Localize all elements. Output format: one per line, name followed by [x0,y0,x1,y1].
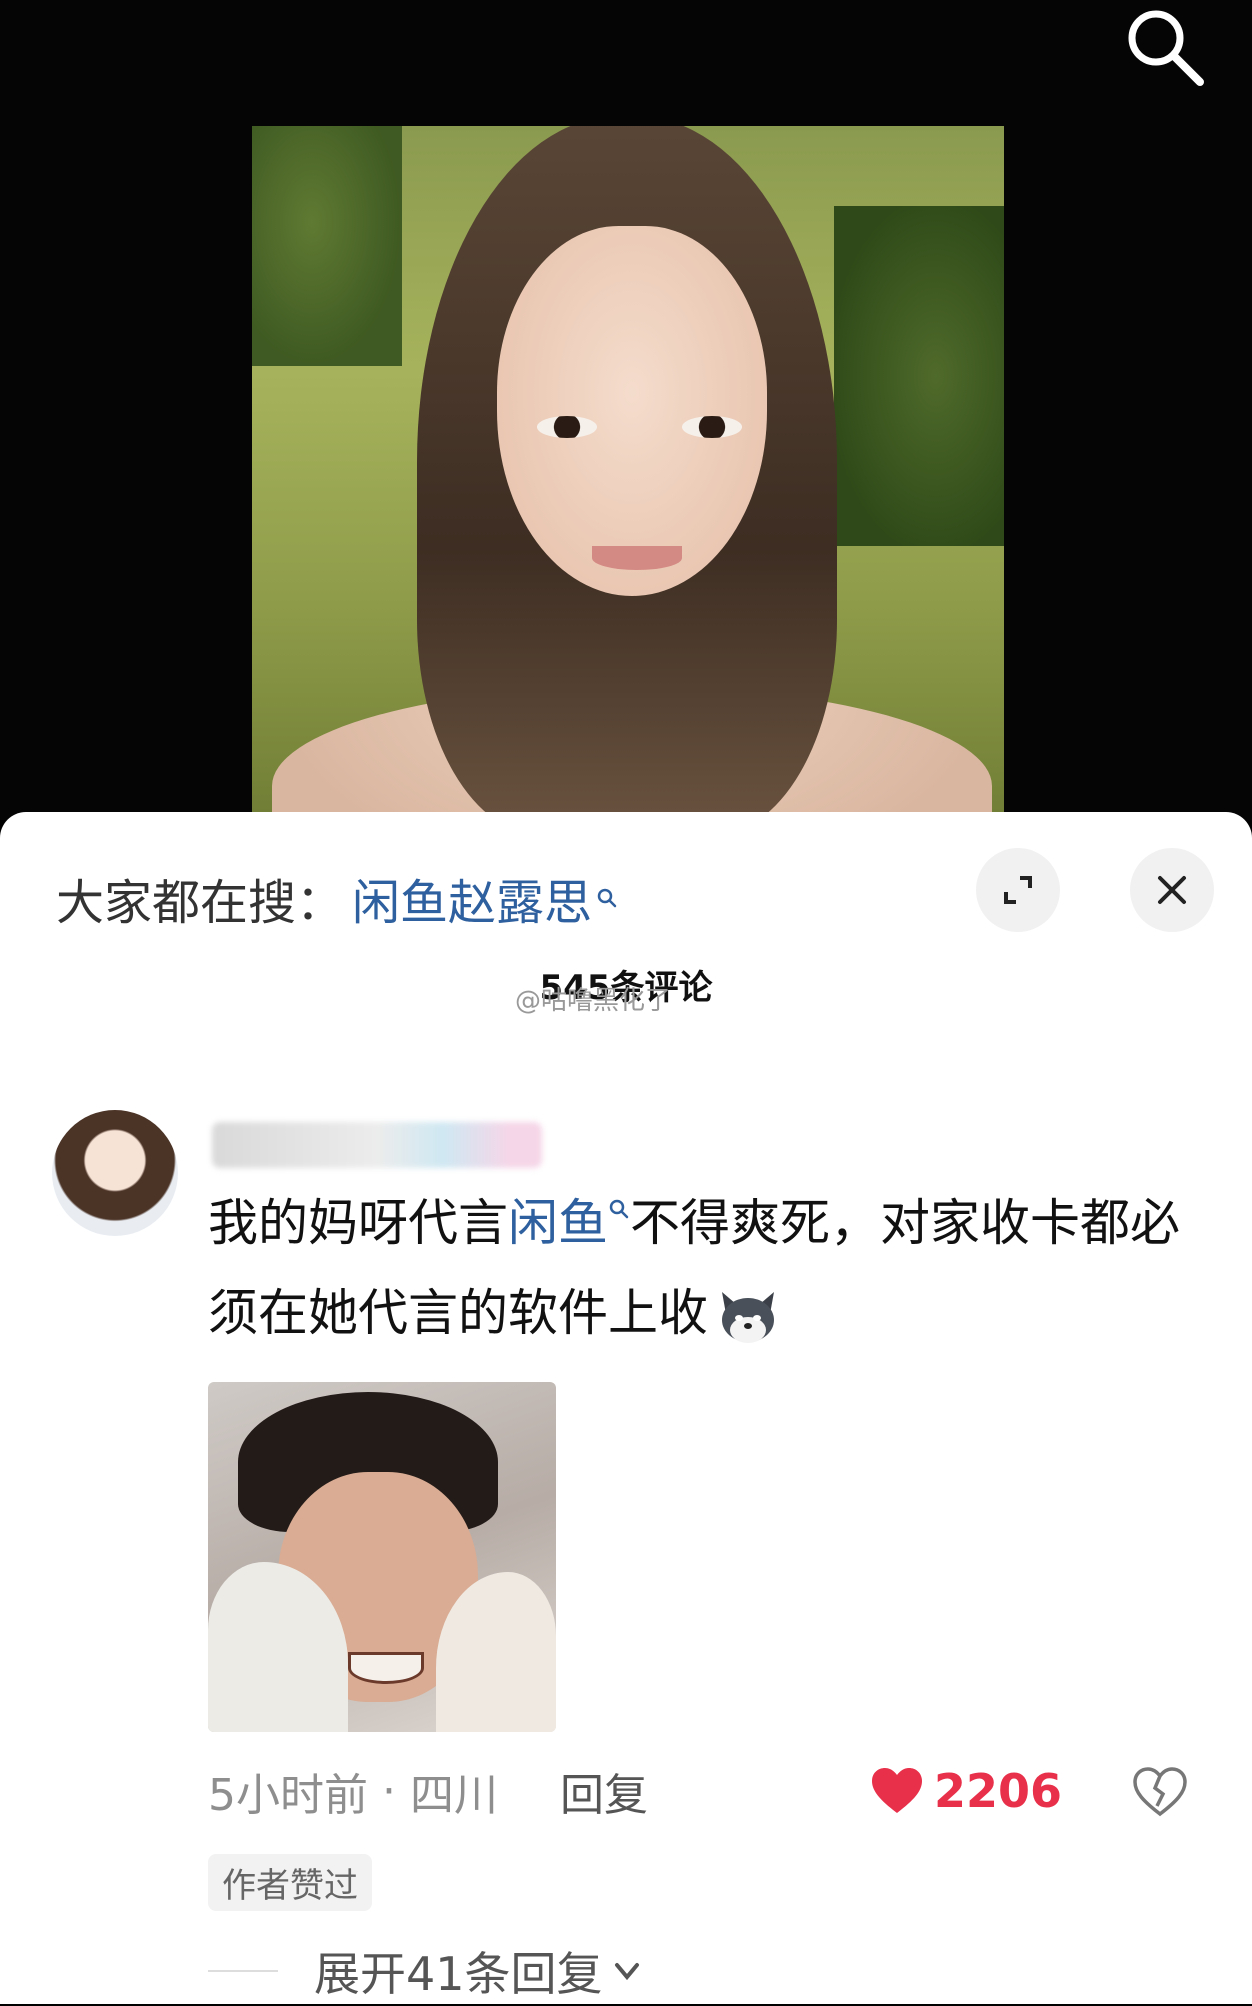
comment-text-part: 我的妈呀代言 [208,1194,508,1252]
close-icon [1158,876,1186,904]
expand-replies[interactable]: 展开41条回复 [208,1936,645,2006]
like-count: 2206 [934,1764,1063,1818]
meta-separator: · [382,1765,396,1817]
chevron-down-icon [614,1963,639,1981]
photo-background [252,126,402,366]
reply-button[interactable]: 回复 [560,1759,648,1823]
author-liked-badge: 作者赞过 [208,1854,372,1911]
username-blurred[interactable] [212,1122,542,1168]
heart-icon [872,1768,922,1813]
video-area[interactable] [0,0,1252,826]
search-icon[interactable] [1118,0,1210,92]
trending-search: 大家都在搜： 闲鱼赵露思 [56,862,618,934]
photo-subject [497,226,767,596]
doge-emoji-icon [722,1291,774,1343]
avatar[interactable] [52,1110,178,1236]
photo-subject [592,546,682,570]
comment-location: 四川 [410,1770,498,1821]
photo-subject [682,416,742,438]
comment-time: 5小时前 [208,1770,368,1821]
comment-meta: 5小时前 · 四川 回复 [208,1756,648,1826]
close-button[interactable] [1130,848,1214,932]
expand-button[interactable] [976,848,1060,932]
photo-subject [537,416,597,438]
search-icon[interactable] [608,1198,630,1220]
post-photo[interactable] [252,126,1004,826]
comments-sheet: 大家都在搜： 闲鱼赵露思 545条评论 @咕噜黑化了 我的妈呀代言闲鱼 不得爽死，… [0,812,1252,2004]
search-icon[interactable] [596,887,618,909]
trending-label: 大家都在搜： [56,875,345,931]
expand-replies-label[interactable]: 展开41条回复 [314,1938,603,2004]
expand-icon [1004,876,1032,904]
divider [208,1970,278,1972]
comment-text: 我的妈呀代言闲鱼 不得爽死，对家收卡都必须在她代言的软件上收 [208,1178,1208,1358]
broken-heart-icon[interactable] [1132,1766,1188,1818]
photo-background [834,206,1004,546]
comment-search-link[interactable]: 闲鱼 [508,1194,608,1252]
comment-image[interactable] [208,1382,556,1732]
image-subject [348,1652,424,1684]
like-button[interactable]: 2206 [870,1756,1062,1826]
watermark: @咕噜黑化了 [515,986,672,1016]
trending-search-link[interactable]: 闲鱼赵露思 [352,863,592,933]
